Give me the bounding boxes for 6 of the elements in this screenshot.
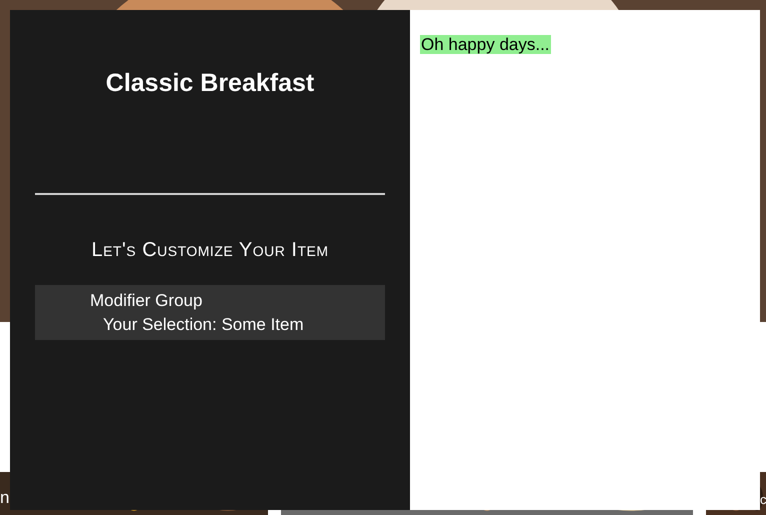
section-heading: Let's Customize Your Item: [91, 238, 329, 262]
caption-text: n: [0, 489, 10, 506]
message-text: Oh happy days...: [420, 35, 551, 54]
item-title: Classic Breakfast: [106, 68, 314, 99]
modifier-group-item[interactable]: Modifier Group Your Selection: Some Item: [35, 284, 385, 340]
caption-text: c: [760, 493, 766, 506]
